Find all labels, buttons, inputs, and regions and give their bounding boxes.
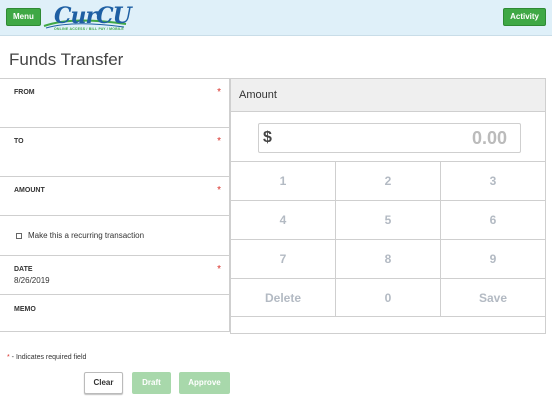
- amount-panel: Amount $ 0.00 1 2 3 4 5 6 7 8 9 Delete 0…: [230, 78, 546, 334]
- approve-button[interactable]: Approve: [179, 372, 230, 394]
- required-note-text: - Indicates required field: [9, 354, 87, 361]
- amount-panel-title: Amount: [231, 79, 545, 112]
- amount-value: 0.00: [471, 128, 507, 148]
- recurring-option[interactable]: Make this a recurring transaction: [16, 231, 144, 240]
- required-mark: *: [217, 185, 221, 196]
- delete-key[interactable]: Delete: [231, 279, 336, 316]
- top-bar: Menu CurCU ONLINE ACCESS / BILL PAY / MO…: [0, 0, 552, 36]
- date-label: DATE: [14, 266, 33, 273]
- memo-field[interactable]: MEMO: [0, 294, 230, 332]
- keypad-row: 7 8 9: [231, 239, 545, 278]
- keypad-row: Delete 0 Save: [231, 278, 545, 317]
- key-6[interactable]: 6: [441, 201, 545, 239]
- key-3[interactable]: 3: [441, 162, 545, 200]
- currency-symbol: $: [263, 129, 272, 146]
- date-field[interactable]: DATE * 8/26/2019: [0, 255, 230, 295]
- amount-input[interactable]: $ 0.00: [258, 123, 521, 153]
- keypad: 1 2 3 4 5 6 7 8 9 Delete 0 Save: [231, 161, 545, 317]
- key-1[interactable]: 1: [231, 162, 336, 200]
- curcu-logo[interactable]: CurCU ONLINE ACCESS / BILL PAY / MOBILE: [42, 2, 132, 34]
- save-key[interactable]: Save: [441, 279, 545, 316]
- to-field[interactable]: TO *: [0, 127, 230, 177]
- required-mark: *: [217, 136, 221, 147]
- from-label: FROM: [14, 89, 35, 96]
- transfer-form: FROM * TO * AMOUNT * Make this a recurri…: [0, 78, 230, 332]
- amount-field[interactable]: AMOUNT *: [0, 176, 230, 216]
- key-7[interactable]: 7: [231, 240, 336, 278]
- menu-button[interactable]: Menu: [6, 8, 41, 26]
- date-value: 8/26/2019: [14, 276, 50, 285]
- from-field[interactable]: FROM *: [0, 78, 230, 128]
- amount-label: AMOUNT: [14, 187, 45, 194]
- activity-button[interactable]: Activity: [503, 8, 546, 26]
- page-title: Funds Transfer: [9, 50, 124, 69]
- required-mark: *: [217, 87, 221, 98]
- key-8[interactable]: 8: [336, 240, 441, 278]
- logo-wordmark: CurCU: [54, 3, 132, 29]
- keypad-row: 4 5 6: [231, 200, 545, 239]
- recurring-label: Make this a recurring transaction: [28, 231, 145, 240]
- required-field-note: * - Indicates required field: [7, 354, 86, 361]
- clear-button[interactable]: Clear: [84, 372, 123, 394]
- required-mark: *: [217, 264, 221, 275]
- recurring-checkbox[interactable]: [16, 232, 22, 239]
- key-2[interactable]: 2: [336, 162, 441, 200]
- keypad-row: 1 2 3: [231, 161, 545, 200]
- key-4[interactable]: 4: [231, 201, 336, 239]
- key-5[interactable]: 5: [336, 201, 441, 239]
- logo-tagline: ONLINE ACCESS / BILL PAY / MOBILE: [54, 27, 124, 31]
- draft-button[interactable]: Draft: [132, 372, 171, 394]
- to-label: TO: [14, 138, 24, 145]
- memo-label: MEMO: [14, 306, 36, 313]
- key-0[interactable]: 0: [336, 279, 441, 316]
- key-9[interactable]: 9: [441, 240, 545, 278]
- recurring-row[interactable]: Make this a recurring transaction: [0, 215, 230, 256]
